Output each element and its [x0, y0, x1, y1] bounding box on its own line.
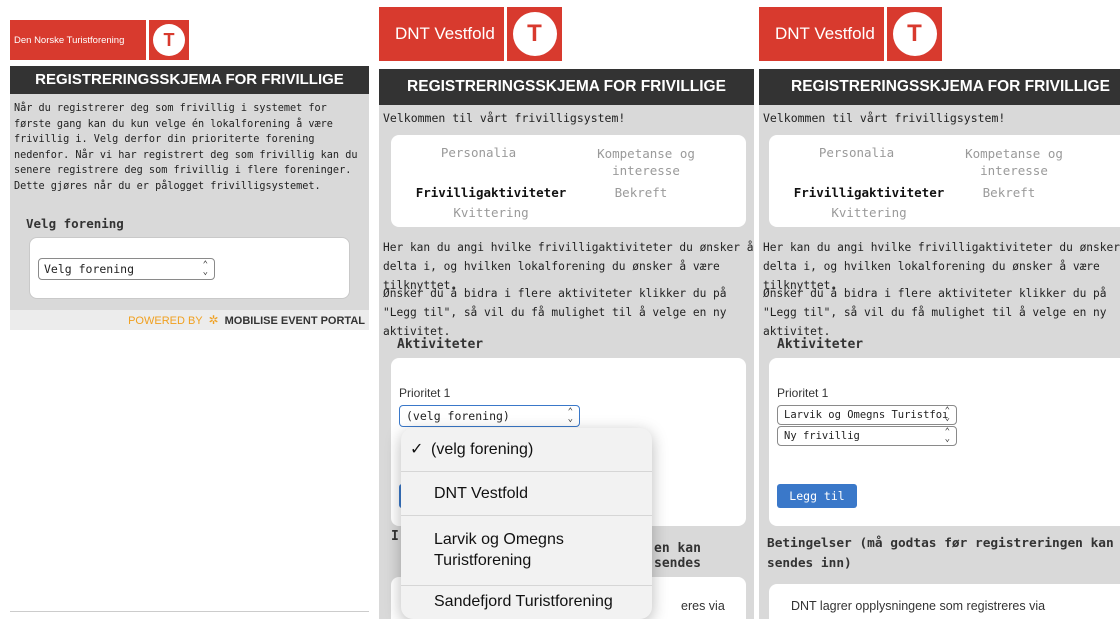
forening-dropdown-menu: ✓ (velg forening) DNT Vestfold Larvik og…: [401, 428, 652, 619]
page-title: REGISTRERINGSSKJEMA FOR FRIVILLIGE: [10, 66, 369, 94]
progress-steps: Personalia Kompetanse og interesse Frivi…: [769, 135, 1120, 227]
page-title: REGISTRERINGSSKJEMA FOR FRIVILLIGE: [379, 69, 754, 105]
step-kvittering: Kvittering: [831, 205, 907, 220]
forening-select[interactable]: Velg forening ⌃ ⌄: [38, 258, 215, 280]
conditions-text-fragment: eres via: [681, 599, 725, 613]
chevron-updown-icon: ⌃ ⌄: [944, 427, 950, 444]
form-area: Når du registrerer deg som frivillig i s…: [10, 94, 369, 310]
select-value: Ny frivillig: [784, 430, 860, 442]
checkmark-icon: ✓: [410, 441, 424, 458]
dropdown-option[interactable]: DNT Vestfold: [401, 472, 652, 516]
section-label: Aktiviteter: [777, 337, 864, 352]
org-name-badge: Den Norske Turistforening: [10, 20, 146, 60]
info-paragraph: Ønsker du å bidra i flere aktiviteter kl…: [383, 287, 727, 338]
chevron-updown-icon: ⌃ ⌄: [202, 260, 208, 277]
dnt-emblem-icon: T: [887, 7, 942, 61]
option-label: Larvik og Omegns Turistforening: [434, 531, 564, 569]
step-personalia: Personalia: [440, 145, 517, 160]
org-name-badge: DNT Vestfold: [759, 7, 884, 61]
option-label: DNT Vestfold: [434, 485, 528, 502]
info-paragraph: Ønsker du å bidra i flere aktiviteter kl…: [763, 287, 1107, 338]
step-bekreft: Bekreft: [614, 185, 668, 200]
powered-by-footer: POWERED BY ✲ MOBILISE EVENT PORTAL: [10, 310, 369, 330]
section-label: Velg forening: [26, 216, 124, 231]
select-value: (velg forening): [406, 409, 510, 423]
forening-select[interactable]: Larvik og Omegns Turistfoı ⌃ ⌄: [777, 405, 957, 425]
screenshot-panel-2: DNT Vestfold T REGISTRERINGSSKJEMA FOR F…: [379, 0, 754, 619]
dnt-emblem-icon: T: [507, 7, 562, 61]
chevron-updown-icon: ⌃ ⌄: [944, 406, 950, 423]
powered-by-text: POWERED BY: [128, 315, 203, 327]
form-area: Velkommen til vårt frivilligsystem! Pers…: [759, 105, 1120, 619]
dropdown-option-selected[interactable]: ✓ (velg forening): [401, 428, 652, 472]
select-value: Larvik og Omegns Turistfoı: [784, 409, 949, 421]
option-label: Sandefjord Turistforening: [434, 593, 613, 610]
step-kvittering: Kvittering: [453, 205, 529, 220]
step-kompetanse: Kompetanse og interesse: [597, 146, 695, 178]
conditions-title-fragment: en kan sendes: [654, 541, 701, 571]
welcome-text: Velkommen til vårt frivilligsystem!: [383, 111, 626, 125]
conditions-card: DNT lagrer opplysningene som registreres…: [769, 584, 1120, 619]
mobilise-logo-icon: ✲: [208, 313, 219, 327]
priority-label: Prioritet 1: [399, 386, 451, 400]
add-button[interactable]: Legg til: [777, 484, 857, 508]
select-value: Velg forening: [44, 262, 135, 276]
dnt-emblem-icon: T: [149, 20, 189, 60]
chevron-updown-icon: ⌃ ⌄: [567, 407, 573, 424]
screenshot-panel-1: Den Norske Turistforening T REGISTRERING…: [10, 0, 369, 619]
option-label: (velg forening): [431, 441, 534, 458]
forening-card: Velg forening ⌃ ⌄: [29, 237, 350, 299]
step-frivilligaktiviteter: Frivilligaktiviteter: [415, 185, 567, 200]
step-bekreft: Bekreft: [982, 185, 1036, 200]
activities-card: Prioritet 1 Larvik og Omegns Turistfoı ⌃…: [769, 358, 1120, 526]
page-title: REGISTRERINGSSKJEMA FOR FRIVILLIGE: [759, 69, 1120, 105]
conditions-text: DNT lagrer opplysningene som registreres…: [791, 599, 1046, 613]
forening-select[interactable]: (velg forening) ⌃ ⌄: [399, 405, 580, 427]
conditions-title: Betingelser (må godtas før registreringe…: [767, 536, 1114, 571]
step-personalia: Personalia: [818, 145, 895, 160]
priority-label: Prioritet 1: [777, 386, 829, 400]
step-frivilligaktiviteter: Frivilligaktiviteter: [793, 185, 945, 200]
header-logo: DNT Vestfold T: [759, 7, 942, 61]
welcome-text: Velkommen til vårt frivilligsystem!: [763, 111, 1006, 125]
conditions-title-partial: I: [391, 529, 399, 544]
progress-steps: Personalia Kompetanse og interesse Frivi…: [391, 135, 746, 227]
dropdown-option[interactable]: Larvik og Omegns Turistforening: [401, 516, 652, 586]
header-logo: DNT Vestfold T: [379, 7, 562, 61]
intro-text: Når du registrerer deg som frivillig i s…: [14, 103, 358, 192]
powered-brand: MOBILISE EVENT PORTAL: [224, 315, 365, 327]
screenshot-panel-3: DNT Vestfold T REGISTRERINGSSKJEMA FOR F…: [759, 0, 1120, 619]
activity-type-select[interactable]: Ny frivillig ⌃ ⌄: [777, 426, 957, 446]
bottom-divider: [10, 611, 369, 612]
org-name-badge: DNT Vestfold: [379, 7, 504, 61]
step-kompetanse: Kompetanse og interesse: [965, 146, 1063, 178]
section-label: Aktiviteter: [397, 337, 484, 352]
header-logo: Den Norske Turistforening T: [10, 20, 189, 60]
dropdown-option[interactable]: Sandefjord Turistforening: [401, 586, 652, 619]
